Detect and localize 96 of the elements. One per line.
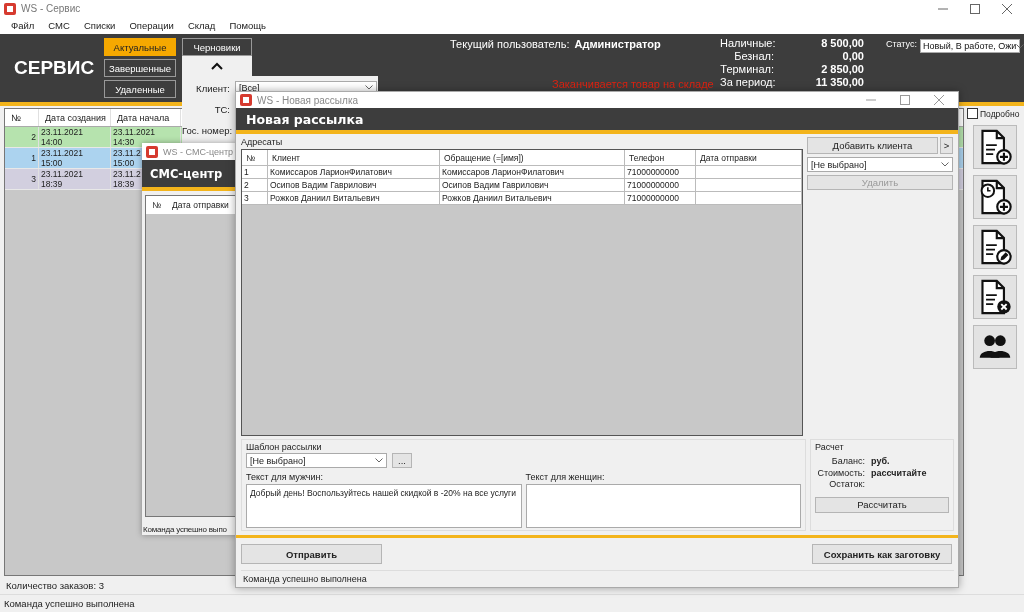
maximize-icon[interactable] — [970, 3, 980, 14]
table-cell: 71000000000 — [625, 179, 696, 191]
save-draft-button[interactable]: Сохранить как заготовку — [812, 544, 952, 564]
document-pencil-icon — [978, 228, 1012, 266]
field-label: Клиент: — [195, 82, 230, 96]
document-plus-button[interactable] — [973, 125, 1017, 169]
app-logo: СЕРВИС — [13, 56, 96, 80]
status-text: Команда успешно выполнена — [243, 574, 367, 584]
table-cell: 23.11.2021 15:00 — [39, 148, 111, 168]
template-dropdown[interactable]: [Не выбрано] — [246, 453, 387, 468]
document-pencil-button[interactable] — [973, 225, 1017, 269]
total-label: Терминал: — [720, 63, 774, 76]
column-header: Обращение (=[имя]) — [440, 150, 625, 165]
table-cell: 3 — [5, 169, 39, 189]
table-cell: Рожков Даниил Витальевич — [268, 192, 440, 204]
table-cell: 71000000000 — [625, 192, 696, 204]
column-header: № — [5, 109, 39, 126]
clock-document-plus-icon — [978, 178, 1012, 216]
menu-item[interactable]: Файл — [4, 20, 42, 31]
table-cell: Осипов Вадим Гаврилович — [268, 179, 440, 191]
column-header: Дата отправки — [172, 200, 229, 210]
calculate-button[interactable]: Рассчитать — [815, 496, 949, 513]
field-label: Баланс: — [830, 456, 865, 468]
table-cell: Осипов Вадим Гаврилович — [440, 179, 625, 191]
table-cell: 23.11.2021 18:39 — [39, 169, 111, 189]
client-dropdown[interactable]: [Не выбрано] — [807, 157, 953, 172]
group-label: Расчет — [815, 442, 845, 454]
column-header: Дата отправки — [696, 150, 802, 165]
window-heading: СМС-центр — [142, 160, 237, 191]
field-label: Стоимость: — [816, 467, 865, 479]
table-cell: Рожков Даниил Витальевич — [440, 192, 625, 204]
total-value: 11 350,00 — [814, 76, 864, 89]
window-heading: Новая рассылка — [236, 108, 958, 134]
total-value: 8 500,00 — [820, 37, 864, 50]
field-value: рассчитайте — [871, 467, 928, 479]
table-cell: 1 — [5, 148, 39, 168]
total-label: Наличные: — [720, 37, 774, 50]
menu-item[interactable]: Помощь — [222, 20, 274, 31]
menu-item[interactable]: Операции — [122, 20, 181, 31]
status-label: Статус: — [886, 39, 917, 49]
window-title: WS - Новая рассылка — [257, 94, 359, 106]
column-header: Дата начала — [111, 109, 181, 126]
maximize-icon[interactable] — [900, 95, 910, 106]
filter-tab[interactable]: Черновики — [182, 38, 252, 56]
more-button[interactable]: > — [940, 137, 953, 154]
column-header: Дата создания — [39, 109, 111, 126]
table-cell: 3 — [242, 192, 268, 204]
warning-text: Заканчивается товар на складе — [552, 78, 715, 90]
field-label: Остаток: — [828, 479, 865, 491]
column-header: Телефон — [625, 150, 696, 165]
document-plus-icon — [978, 128, 1012, 166]
group-label: Шаблон рассылки — [246, 442, 322, 452]
column-header: № — [151, 200, 163, 210]
total-label: Безнал: — [733, 50, 774, 63]
add-client-button[interactable]: Добавить клиента — [807, 137, 938, 154]
table-cell: Комиссаров ЛарионФилатович — [440, 166, 625, 178]
table-cell: 71000000000 — [625, 166, 696, 178]
group-label: Адресаты — [241, 137, 283, 149]
status-text: Команда успешно выпо — [143, 525, 227, 534]
document-remove-icon — [978, 278, 1012, 316]
document-remove-button[interactable] — [973, 275, 1017, 319]
table-cell: 2 — [5, 127, 39, 147]
filter-tab[interactable]: Завершенные — [104, 59, 176, 77]
close-icon[interactable] — [934, 95, 944, 106]
order-count: Количество заказов: 3 — [6, 579, 104, 591]
field-label: Текст для женщин: — [525, 472, 606, 484]
send-button[interactable]: Отправить — [241, 544, 382, 564]
total-value: 2 850,00 — [820, 63, 864, 76]
people-button[interactable] — [973, 325, 1017, 369]
menu-item[interactable]: Склад — [180, 20, 223, 31]
menu-item[interactable]: Списки — [76, 20, 123, 31]
checkbox-label: Подробно — [980, 108, 1020, 119]
close-icon[interactable] — [1002, 3, 1012, 14]
field-label: ТС: — [213, 103, 230, 117]
filter-tab[interactable]: Актуальные — [104, 38, 176, 56]
filter-tab[interactable]: Удаленные — [104, 80, 176, 98]
total-value: 0,00 — [841, 50, 864, 63]
table-cell: Комиссаров ЛарионФилатович — [268, 166, 440, 178]
table-cell: 1 — [242, 166, 268, 178]
browse-button[interactable]: ... — [392, 453, 412, 468]
status-bar-text: Команда успешно выполнена — [0, 594, 1024, 612]
window-title: WS - Сервис — [21, 3, 81, 14]
total-label: За период: — [720, 76, 774, 89]
checkbox[interactable] — [967, 108, 978, 119]
clock-document-plus-button[interactable] — [973, 175, 1017, 219]
field-label: Текст для мужчин: — [246, 472, 325, 484]
table-cell: 23.11.2021 14:00 — [39, 127, 111, 147]
column-header: Клиент — [268, 150, 440, 165]
field-value: руб. — [871, 456, 891, 468]
chevron-up-icon[interactable] — [211, 62, 223, 70]
field-label: Гос. номер: — [182, 124, 230, 138]
menu-item[interactable]: СМС — [41, 20, 77, 31]
text-area[interactable]: Добрый день! Воспользуйтесь нашей скидкой в -20% на все услуги — [246, 484, 522, 528]
column-header: № — [242, 150, 268, 165]
current-user-text: Текущий пользователь: Администратор — [450, 38, 662, 50]
table-cell: 2 — [242, 179, 268, 191]
